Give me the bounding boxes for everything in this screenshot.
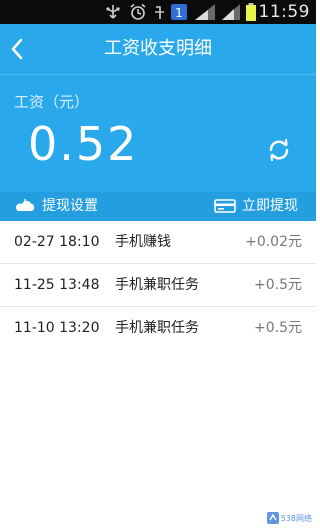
record-description: 手机赚钱 (115, 234, 171, 250)
notification-app-icon: 1 (171, 4, 187, 20)
withdraw-settings-label: 提现设置 (42, 198, 98, 214)
record-amount: +0.02元 (245, 234, 302, 250)
watermark-logo-icon (266, 512, 279, 524)
status-bar: 1 11:59 (0, 0, 316, 24)
record-date: 02-27 18:10 (14, 234, 100, 250)
settings-cloud-icon (15, 199, 35, 211)
record-amount: +0.5元 (254, 277, 302, 293)
balance-value: 0.52 (28, 117, 139, 171)
site-watermark: 538网络 (266, 511, 312, 525)
record-date: 11-25 13:48 (14, 277, 100, 293)
alarm-icon (130, 3, 146, 20)
refresh-icon (269, 138, 289, 162)
usb-icon (106, 5, 120, 19)
balance-label: 工资（元） (14, 93, 90, 111)
withdraw-settings-button[interactable]: 提现设置 (14, 195, 98, 217)
battery-icon (246, 3, 256, 21)
list-item[interactable]: 11-10 13:20 手机兼职任务 +0.5元 (0, 307, 316, 349)
page-title: 工资收支明细 (104, 38, 212, 59)
action-bar: 提现设置 立即提现 (0, 192, 316, 221)
header-divider (0, 74, 316, 75)
watermark-text: 538网络 (280, 513, 312, 523)
signal-bars-icon (222, 4, 240, 20)
wifi-icon (195, 4, 215, 20)
title-bar: 工资收支明细 (0, 24, 316, 74)
withdraw-now-label: 立即提现 (242, 198, 298, 214)
income-records-list: 02-27 18:10 手机赚钱 +0.02元 11-25 13:48 手机兼职… (0, 221, 316, 349)
record-date: 11-10 13:20 (14, 320, 100, 336)
record-description: 手机兼职任务 (115, 320, 199, 336)
status-time: 11:59 (258, 2, 310, 22)
list-item[interactable]: 02-27 18:10 手机赚钱 +0.02元 (0, 221, 316, 264)
balance-header: 工资收支明细 工资（元） 0.52 提现设置 立即提现 (0, 24, 316, 221)
list-item[interactable]: 11-25 13:48 手机兼职任务 +0.5元 (0, 264, 316, 307)
record-amount: +0.5元 (254, 320, 302, 336)
signal-icon (155, 6, 164, 19)
card-icon (214, 199, 236, 213)
refresh-button[interactable] (264, 135, 294, 165)
withdraw-now-button[interactable]: 立即提现 (214, 195, 298, 217)
record-description: 手机兼职任务 (115, 277, 199, 293)
svg-text:1: 1 (175, 6, 183, 20)
